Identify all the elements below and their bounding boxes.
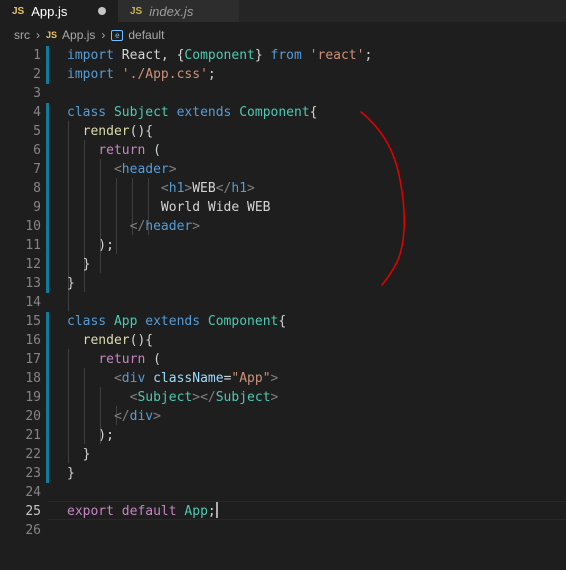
red-pen-annotation <box>360 111 406 286</box>
red-bracket-stroke <box>360 111 406 286</box>
